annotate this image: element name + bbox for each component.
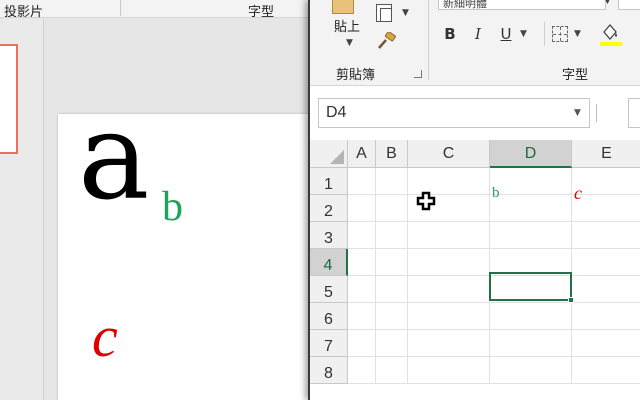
cell-a2[interactable] — [348, 195, 376, 222]
select-all-button[interactable] — [310, 140, 348, 168]
ppt-ribbon: 投影片 字型 — [0, 0, 308, 20]
borders-icon[interactable] — [552, 26, 568, 42]
underline-dropdown-icon[interactable]: ▼ — [520, 29, 527, 39]
cell-a3[interactable] — [348, 222, 376, 249]
font-size-box[interactable] — [618, 0, 640, 10]
formula-bar-divider — [596, 104, 597, 122]
slide-thumbnail[interactable] — [0, 44, 18, 154]
cell-d1[interactable] — [490, 168, 572, 195]
ribbon-group-divider — [428, 0, 429, 80]
row-header-8[interactable]: 8 — [310, 357, 348, 384]
cell-d6[interactable] — [490, 303, 572, 330]
clipboard-dialog-launcher-icon[interactable] — [414, 70, 422, 78]
cell-c7[interactable] — [408, 330, 490, 357]
cell-e1-text: c — [574, 183, 582, 203]
cell-e8[interactable] — [572, 357, 640, 384]
cell-a7[interactable] — [348, 330, 376, 357]
slide-thumbnail-pane[interactable] — [0, 19, 44, 400]
cell-b6[interactable] — [376, 303, 408, 330]
cell-c6[interactable] — [408, 303, 490, 330]
fill-color-swatch[interactable] — [600, 42, 622, 46]
cell-c4[interactable] — [408, 249, 490, 276]
cell-e6[interactable] — [572, 303, 640, 330]
column-header-e[interactable]: E — [572, 140, 640, 168]
cell-e1[interactable] — [572, 168, 640, 195]
cell-d7[interactable] — [490, 330, 572, 357]
cell-a4[interactable] — [348, 249, 376, 276]
column-header-b[interactable]: B — [376, 140, 408, 168]
cell-e7[interactable] — [572, 330, 640, 357]
cell-e4[interactable] — [572, 249, 640, 276]
cell-d8[interactable] — [490, 357, 572, 384]
row-header-7[interactable]: 7 — [310, 330, 348, 357]
fill-color-icon[interactable] — [600, 22, 620, 44]
cell-b4[interactable] — [376, 249, 408, 276]
cell-d3[interactable] — [490, 222, 572, 249]
cell-a6[interactable] — [348, 303, 376, 330]
ppt-font-group-label: 字型 — [248, 5, 275, 20]
column-header-c[interactable]: C — [408, 140, 490, 168]
ppt-slides-group-label: 投影片 — [4, 5, 44, 20]
cell-c5[interactable] — [408, 276, 490, 303]
paste-button[interactable]: 貼上 — [334, 16, 360, 35]
cell-e5[interactable] — [572, 276, 640, 303]
cell-b3[interactable] — [376, 222, 408, 249]
cell-d2[interactable] — [490, 195, 572, 222]
row-header-4[interactable]: 4 — [310, 249, 348, 276]
cell-a8[interactable] — [348, 357, 376, 384]
cell-a1[interactable] — [348, 168, 376, 195]
copy-dropdown-icon[interactable]: ▼ — [402, 8, 409, 18]
row-header-5[interactable]: 5 — [310, 276, 348, 303]
cell-c8[interactable] — [408, 357, 490, 384]
powerpoint-window: 投影片 字型 a b c — [0, 0, 310, 400]
column-header-a[interactable]: A — [348, 140, 376, 168]
copy-icon[interactable] — [376, 4, 392, 22]
italic-button[interactable]: I — [468, 24, 488, 44]
cell-d1-text: b — [492, 185, 500, 201]
cell-b1[interactable] — [376, 168, 408, 195]
worksheet-grid[interactable]: ABCDE 12345678 b c — [310, 140, 640, 400]
excel-window: 貼上 ▼ ▼ 剪貼簿 新細明體 ▼ B I U ▼ ▼ 字型 D4 ▼ A B … — [308, 0, 640, 400]
row-header-6[interactable]: 6 — [310, 303, 348, 330]
cell-b8[interactable] — [376, 357, 408, 384]
selected-cell-d4[interactable] — [489, 272, 574, 303]
borders-dropdown-icon[interactable]: ▼ — [574, 29, 581, 39]
font-name-box[interactable]: 新細明體 — [438, 0, 606, 10]
cell-c3[interactable] — [408, 222, 490, 249]
clipboard-group-label: 剪貼簿 — [336, 68, 376, 83]
cell-a5[interactable] — [348, 276, 376, 303]
cross-cursor-icon — [416, 191, 436, 211]
slide-text-b[interactable]: b — [162, 186, 183, 228]
row-header-3[interactable]: 3 — [310, 222, 348, 249]
slide-text-a[interactable]: a — [78, 98, 150, 218]
formula-bar[interactable] — [628, 98, 640, 128]
paste-clipboard-icon[interactable] — [332, 0, 354, 14]
cell-b5[interactable] — [376, 276, 408, 303]
cell-b7[interactable] — [376, 330, 408, 357]
fill-handle[interactable] — [568, 297, 574, 303]
format-divider — [544, 22, 545, 46]
name-box-dropdown-icon[interactable]: ▼ — [574, 108, 581, 118]
font-name-dropdown-icon[interactable]: ▼ — [604, 0, 611, 6]
ppt-ribbon-divider — [120, 0, 121, 16]
desktop: 投影片 字型 a b c 貼上 ▼ ▼ 剪貼簿 新細明體 ▼ B I U ▼ ▼… — [0, 0, 640, 400]
underline-button[interactable]: U — [496, 24, 516, 44]
cell-b2[interactable] — [376, 195, 408, 222]
bold-button[interactable]: B — [440, 24, 460, 44]
row-header-1[interactable]: 1 — [310, 168, 348, 195]
font-group-label: 字型 — [562, 68, 589, 83]
cell-e2[interactable] — [572, 195, 640, 222]
row-header-2[interactable]: 2 — [310, 195, 348, 222]
format-painter-icon[interactable] — [376, 32, 398, 50]
cell-e3[interactable] — [572, 222, 640, 249]
excel-ribbon: 貼上 ▼ ▼ 剪貼簿 新細明體 ▼ B I U ▼ ▼ 字型 — [310, 0, 640, 86]
name-box[interactable]: D4 — [318, 98, 590, 128]
paste-dropdown-icon[interactable]: ▼ — [346, 38, 353, 48]
column-header-d[interactable]: D — [490, 140, 572, 168]
slide-text-c[interactable]: c — [92, 308, 118, 366]
